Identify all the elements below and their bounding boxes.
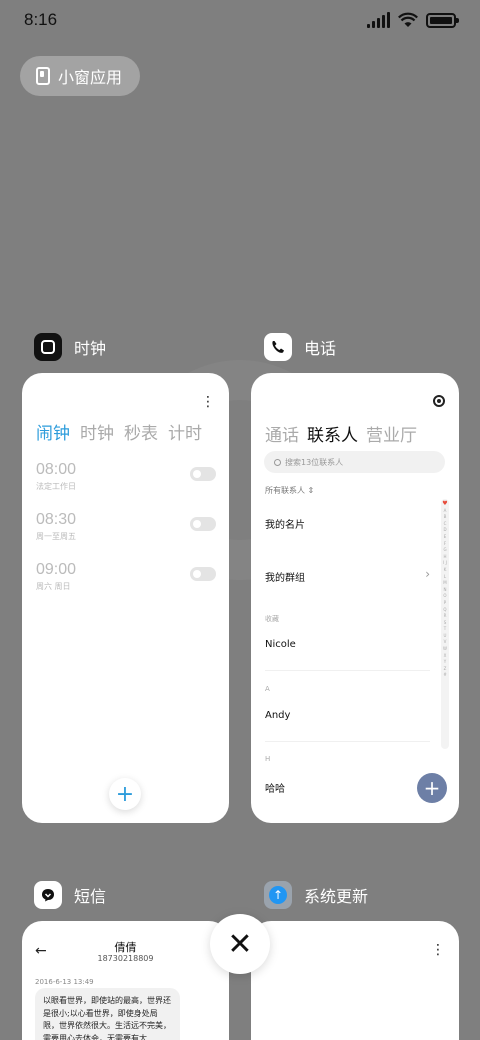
phone-tabs: 通话 联系人 营业厅 — [265, 421, 417, 446]
message-timestamp: 2016-6-13 13:49 — [35, 978, 94, 986]
alarm-toggle[interactable] — [190, 567, 216, 581]
contact-item[interactable]: Andy — [265, 710, 430, 721]
add-alarm-button[interactable]: + — [109, 778, 141, 810]
alarm-toggle[interactable] — [190, 467, 216, 481]
wifi-icon — [398, 12, 418, 27]
divider — [265, 670, 430, 671]
phone-app-card[interactable]: 通话 联系人 营业厅 搜索13位联系人 所有联系人 ⇕ 我的名片 我的群组 › … — [251, 373, 459, 823]
search-placeholder: 搜索13位联系人 — [285, 457, 344, 467]
contact-item[interactable]: Nicole — [265, 639, 430, 650]
alarm-toggle[interactable] — [190, 517, 216, 531]
contact-name: Andy — [265, 710, 291, 721]
sms-app-icon — [34, 881, 62, 909]
update-app-header[interactable]: ↑ 系统更新 — [264, 881, 368, 909]
add-contact-button[interactable]: + — [417, 773, 447, 803]
alarm-item[interactable]: 08:00 法定工作日 — [36, 461, 216, 492]
section-header: A — [265, 685, 270, 693]
system-update-app-icon: ↑ — [264, 881, 292, 909]
alarm-time: 08:30 — [36, 511, 77, 528]
contact-item[interactable]: 哈哈 — [265, 780, 430, 795]
alphabet-index[interactable]: ♥ A B C D E F G H I J K L M N O P Q R S … — [441, 499, 449, 749]
phone-app-name: 电话 — [304, 339, 337, 358]
mini-window-apps-button[interactable]: 小窗应用 — [20, 56, 141, 96]
sms-app-card[interactable]: ← 倩倩 18730218809 2016-6-13 13:49 以眼看世界，即… — [22, 921, 229, 1040]
update-app-card[interactable]: ⋮ — [251, 921, 459, 1040]
more-options-icon[interactable]: ⋮ — [201, 395, 215, 409]
battery-icon — [426, 12, 459, 28]
my-card-item[interactable]: 我的名片 — [265, 516, 430, 531]
mini-window-icon — [36, 67, 50, 85]
chevron-right-icon: › — [425, 567, 430, 581]
alarm-repeat: 周六 周日 — [36, 582, 71, 591]
tab-calls[interactable]: 通话 — [265, 421, 299, 446]
alarm-repeat: 法定工作日 — [36, 482, 76, 491]
tab-clock[interactable]: 时钟 — [80, 419, 114, 444]
alphabet-letters: A B C D E F G H I J K L M N O P Q R S T … — [443, 507, 447, 678]
mini-window-label: 小窗应用 — [58, 68, 123, 87]
tab-contacts[interactable]: 联系人 — [307, 421, 358, 446]
status-icons — [367, 12, 459, 28]
tab-alarm[interactable]: 闹钟 — [36, 419, 70, 444]
alarm-item[interactable]: 08:30 周一至周五 — [36, 511, 216, 542]
tab-service-hall[interactable]: 营业厅 — [366, 421, 417, 446]
clock-app-header[interactable]: 时钟 — [34, 333, 106, 361]
tab-timer[interactable]: 计时 — [168, 419, 202, 444]
alarm-time: 09:00 — [36, 561, 77, 578]
conversation-contact-number: 18730218809 — [97, 954, 154, 963]
clock-tabs: 闹钟 时钟 秒表 计时 — [36, 419, 202, 444]
my-group-label: 我的群组 — [265, 573, 305, 584]
close-icon: ✕ — [227, 926, 253, 962]
sms-app-name: 短信 — [74, 887, 107, 906]
phone-app-header[interactable]: 电话 — [264, 333, 336, 361]
sms-app-header[interactable]: 短信 — [34, 881, 106, 909]
clock-app-name: 时钟 — [74, 339, 107, 358]
clock-app-card[interactable]: ⋮ 闹钟 时钟 秒表 计时 08:00 法定工作日 08:30 周一至周五 09… — [22, 373, 229, 823]
alarm-item[interactable]: 09:00 周六 周日 — [36, 561, 216, 592]
alarm-repeat: 周一至周五 — [36, 532, 76, 541]
divider — [265, 741, 430, 742]
section-header: H — [265, 755, 271, 763]
message-bubble: 以眼看世界，即使站的最高，世界还是很小;以心看世界，即使身处局限，世界依然很大。… — [35, 988, 180, 1040]
update-app-name: 系统更新 — [304, 887, 369, 906]
contact-search-input[interactable]: 搜索13位联系人 — [264, 451, 445, 473]
more-options-icon[interactable]: ⋮ — [431, 943, 445, 957]
clock-app-icon — [34, 333, 62, 361]
tab-stopwatch[interactable]: 秒表 — [124, 419, 158, 444]
section-header: 收藏 — [265, 615, 279, 623]
clear-all-button[interactable]: ✕ — [210, 914, 270, 974]
contact-name: Nicole — [265, 639, 296, 650]
status-bar: 8:16 — [0, 0, 480, 44]
conversation-contact-name: 倩倩 — [114, 941, 137, 954]
all-contacts-filter[interactable]: 所有联系人 ⇕ — [265, 485, 314, 496]
signal-icon — [367, 12, 390, 28]
status-time: 8:16 — [24, 10, 58, 29]
phone-app-icon — [264, 333, 292, 361]
favorites-heart-icon: ♥ — [442, 500, 448, 507]
alarm-time: 08:00 — [36, 461, 77, 478]
my-card-label: 我的名片 — [265, 520, 305, 531]
gear-icon[interactable] — [433, 395, 445, 407]
search-icon — [274, 458, 281, 466]
contact-name: 哈哈 — [265, 784, 285, 795]
my-group-item[interactable]: 我的群组 › — [265, 567, 430, 584]
